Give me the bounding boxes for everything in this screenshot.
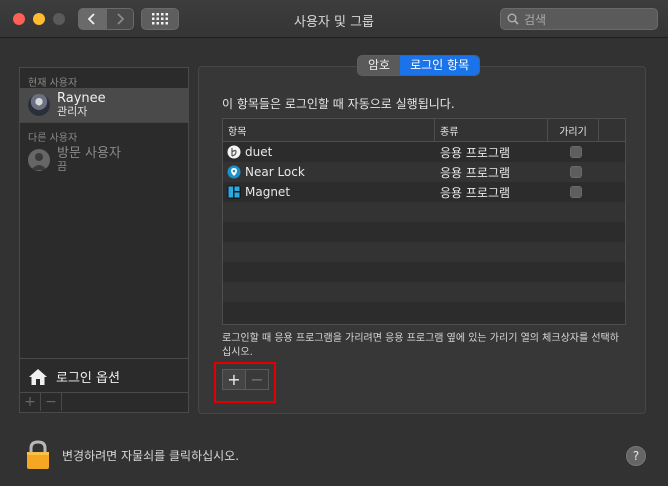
tab-password[interactable]: 암호 bbox=[358, 56, 401, 75]
highlight-box bbox=[214, 362, 276, 403]
empty-row bbox=[223, 222, 625, 242]
lock-instruction: 변경하려면 자물쇠를 클릭하십시오. bbox=[62, 449, 240, 463]
login-items-intro: 이 항목들은 로그인할 때 자동으로 실행됩니다. bbox=[222, 97, 455, 111]
empty-row bbox=[223, 242, 625, 262]
item-kind: 응용 프로그램 bbox=[440, 165, 511, 180]
hide-checkbox[interactable] bbox=[569, 146, 582, 158]
login-items-table: 항목 종류 가리기 duet 응용 프로그램 Near Lock 응용 프로그램… bbox=[222, 118, 626, 325]
current-user-header: 현재 사용자 bbox=[28, 78, 78, 89]
magnet-app-icon bbox=[227, 185, 241, 199]
table-body: duet 응용 프로그램 Near Lock 응용 프로그램 Magnet 응용… bbox=[223, 142, 625, 322]
table-row[interactable]: Near Lock 응용 프로그램 bbox=[223, 162, 625, 182]
add-user-button[interactable]: + bbox=[20, 393, 41, 411]
search-placeholder: 검색 bbox=[524, 12, 547, 27]
guest-name: 방문 사용자 bbox=[57, 146, 121, 161]
column-header-item[interactable]: 항목 bbox=[223, 119, 435, 141]
tab-bar: 암호 로그인 항목 bbox=[357, 55, 481, 76]
column-header-hide[interactable]: 가리기 bbox=[548, 119, 599, 141]
column-header-kind[interactable]: 종류 bbox=[435, 119, 548, 141]
empty-row bbox=[223, 202, 625, 222]
user-role: 관리자 bbox=[57, 105, 88, 118]
guest-status: 끔 bbox=[57, 160, 68, 173]
login-options-button[interactable]: 로그인 옵션 bbox=[20, 358, 188, 394]
item-name: duet bbox=[245, 145, 273, 159]
near-lock-app-icon bbox=[227, 165, 241, 179]
user-name: Raynee bbox=[57, 91, 106, 106]
user-list-panel: 현재 사용자 Raynee 관리자 다른 사용자 방문 사용자 끔 로그인 옵션… bbox=[19, 67, 189, 413]
login-options-label: 로그인 옵션 bbox=[56, 371, 120, 386]
help-button[interactable]: ? bbox=[626, 446, 646, 466]
empty-row bbox=[223, 282, 625, 302]
house-icon bbox=[29, 368, 47, 385]
user-list-toolbar: + − bbox=[20, 392, 188, 412]
tab-login-items[interactable]: 로그인 항목 bbox=[400, 56, 480, 75]
duet-app-icon bbox=[227, 145, 241, 159]
item-name: Magnet bbox=[245, 185, 291, 199]
remove-user-button[interactable]: − bbox=[41, 393, 62, 411]
lock-button[interactable] bbox=[26, 440, 50, 474]
user-item-current[interactable]: Raynee 관리자 bbox=[20, 88, 188, 122]
lock-icon bbox=[27, 440, 49, 469]
item-kind: 응용 프로그램 bbox=[440, 145, 511, 160]
title-bar: 사용자 및 그룹 검색 bbox=[0, 0, 668, 38]
table-header: 항목 종류 가리기 bbox=[223, 119, 625, 142]
search-field[interactable]: 검색 bbox=[500, 8, 658, 30]
hide-checkbox[interactable] bbox=[569, 166, 582, 178]
user-item-guest[interactable]: 방문 사용자 끔 bbox=[20, 143, 188, 177]
search-icon bbox=[507, 13, 519, 25]
item-name: Near Lock bbox=[245, 165, 305, 179]
empty-row bbox=[223, 262, 625, 282]
hide-checkbox[interactable] bbox=[569, 186, 582, 198]
avatar bbox=[28, 94, 50, 116]
table-row[interactable]: Magnet 응용 프로그램 bbox=[223, 182, 625, 202]
guest-avatar-icon bbox=[28, 149, 50, 171]
item-kind: 응용 프로그램 bbox=[440, 185, 511, 200]
hide-instructions: 로그인할 때 응용 프로그램을 가리려면 응용 프로그램 옆에 있는 가리기 열… bbox=[222, 333, 619, 358]
other-users-header: 다른 사용자 bbox=[28, 133, 78, 144]
empty-row bbox=[223, 302, 625, 322]
table-row[interactable]: duet 응용 프로그램 bbox=[223, 142, 625, 162]
